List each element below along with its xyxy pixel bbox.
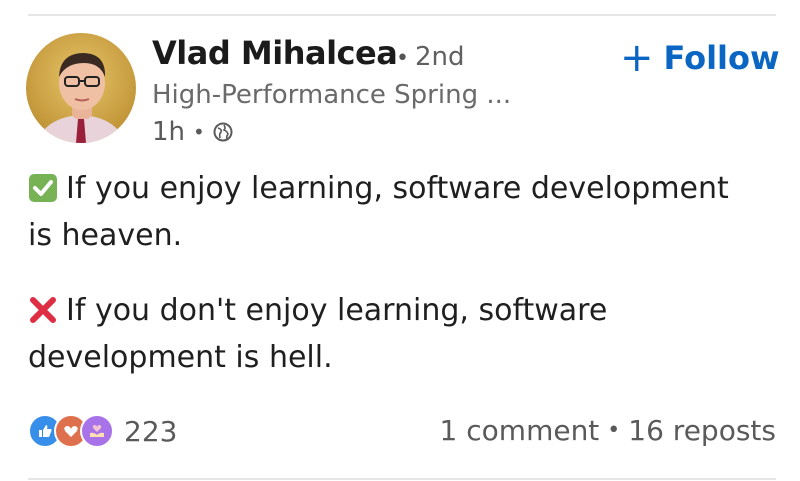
connection-degree: 2nd — [415, 42, 465, 72]
engagement-separator-dot: • — [607, 418, 621, 443]
check-mark-icon — [28, 173, 58, 215]
cross-mark-icon — [28, 295, 58, 337]
bottom-divider — [28, 478, 776, 480]
author-name[interactable]: Vlad Mihalcea — [152, 34, 398, 72]
follow-button[interactable]: + Follow — [620, 34, 780, 82]
author-headline[interactable]: High-Performance Spring ... — [152, 80, 511, 110]
post-paragraph-2: If you don't enjoy learning, software de… — [28, 290, 758, 379]
post-text-2: If you don't enjoy learning, software de… — [28, 293, 608, 375]
post-text-1: If you enjoy learning, software developm… — [28, 171, 729, 253]
meta-separator-dot: • — [193, 120, 205, 144]
avatar[interactable] — [26, 33, 136, 143]
plus-icon: + — [620, 35, 654, 81]
reposts-count-link[interactable]: 16 reposts — [628, 414, 776, 447]
posted-time: 1h — [152, 117, 186, 147]
social-counts-bar: 223 1 comment • 16 reposts — [28, 410, 776, 454]
reactions-summary[interactable]: 223 — [28, 414, 177, 448]
follow-label: Follow — [663, 39, 780, 77]
engagement-counts: 1 comment • 16 reposts — [440, 414, 776, 447]
post-paragraph-1: If you enjoy learning, software developm… — [28, 168, 758, 257]
top-divider — [28, 14, 776, 16]
post-meta: 1h • — [152, 116, 233, 148]
reaction-count: 223 — [124, 414, 178, 448]
connection-separator-dot: • — [396, 46, 409, 71]
comments-count-link[interactable]: 1 comment — [440, 414, 600, 447]
globe-icon — [213, 122, 233, 142]
support-icon — [80, 414, 114, 448]
